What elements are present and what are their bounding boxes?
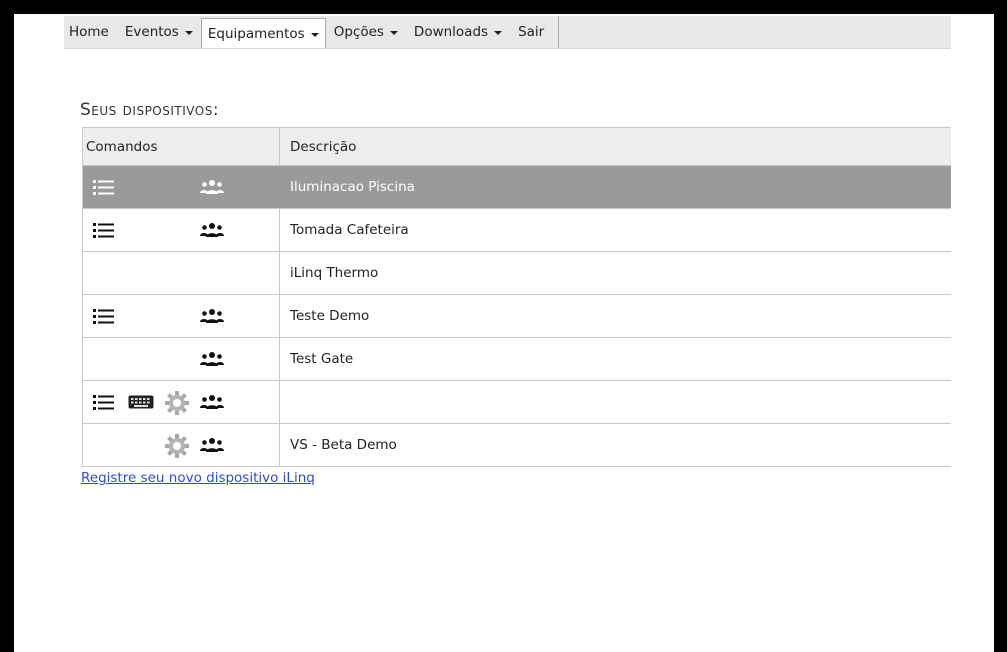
list-icon[interactable] [93, 179, 115, 195]
devices-table: Comandos Descrição Iluminacao Piscina Tom… [82, 127, 951, 467]
nav-equipamentos[interactable]: Equipamentos [200, 18, 326, 48]
row-commands-cell [82, 294, 280, 338]
row-commands-cell [82, 337, 280, 381]
commands-container [83, 252, 279, 294]
row-commands-cell [82, 208, 280, 252]
nav-home[interactable]: Home [64, 16, 117, 48]
nav-downloads-label: Downloads [413, 24, 489, 40]
row-commands-cell [82, 165, 280, 209]
caret-down-icon [389, 31, 398, 35]
commands-container [83, 295, 279, 337]
nav-sair-label: Sair [518, 24, 545, 40]
header-commands: Comandos [82, 127, 280, 166]
row-description: Iluminacao Piscina [279, 165, 951, 209]
gear-icon[interactable] [165, 434, 189, 458]
group-icon[interactable] [200, 437, 224, 453]
page: Home Eventos Equipamentos Opções Downloa… [0, 0, 1007, 652]
commands-container [83, 209, 279, 251]
nav-home-label: Home [69, 24, 109, 40]
commands-container [83, 381, 279, 423]
row-description: iLinq Thermo [279, 251, 951, 295]
nav-eventos[interactable]: Eventos [117, 16, 201, 48]
nav-opcoes-label: Opções [333, 24, 384, 40]
nav-eventos-label: Eventos [124, 24, 179, 40]
section-title: Seus dispositivos: [80, 100, 220, 120]
group-icon[interactable] [200, 179, 224, 195]
table-row[interactable]: VS - Beta Demo [82, 423, 951, 467]
list-icon[interactable] [93, 222, 115, 238]
nav-sair[interactable]: Sair [510, 16, 560, 48]
table-row[interactable]: Test Gate [82, 337, 951, 381]
group-icon[interactable] [200, 394, 224, 410]
commands-container [83, 338, 279, 380]
row-commands-cell [82, 251, 280, 295]
row-description: Tomada Cafeteira [279, 208, 951, 252]
caret-down-icon [494, 31, 503, 35]
group-icon[interactable] [200, 308, 224, 324]
commands-container [83, 424, 279, 466]
table-row[interactable]: Iluminacao Piscina [82, 165, 951, 209]
nav-opcoes[interactable]: Opções [326, 16, 406, 48]
row-description [279, 380, 951, 424]
table-row[interactable]: Teste Demo [82, 294, 951, 338]
row-commands-cell [82, 380, 280, 424]
list-icon[interactable] [93, 308, 115, 324]
header-description: Descrição [279, 127, 951, 166]
list-icon[interactable] [93, 394, 115, 410]
group-icon[interactable] [200, 222, 224, 238]
gear-icon[interactable] [165, 391, 189, 415]
row-description: Teste Demo [279, 294, 951, 338]
register-device-link[interactable]: Registre seu novo dispositivo iLinq [81, 470, 315, 486]
table-row[interactable]: Tomada Cafeteira [82, 208, 951, 252]
group-icon[interactable] [200, 351, 224, 367]
caret-down-icon [184, 31, 193, 35]
row-description: Test Gate [279, 337, 951, 381]
row-description: VS - Beta Demo [279, 423, 951, 467]
nav-equipamentos-label: Equipamentos [207, 25, 305, 42]
nav-downloads[interactable]: Downloads [406, 16, 510, 48]
commands-container [83, 166, 279, 208]
table-row[interactable]: iLinq Thermo [82, 251, 951, 295]
top-navbar: Home Eventos Equipamentos Opções Downloa… [64, 16, 951, 49]
caret-down-icon [310, 32, 319, 37]
row-commands-cell [82, 423, 280, 467]
keyboard-icon[interactable] [128, 394, 154, 410]
table-header-row: Comandos Descrição [82, 127, 951, 166]
table-row[interactable] [82, 380, 951, 424]
